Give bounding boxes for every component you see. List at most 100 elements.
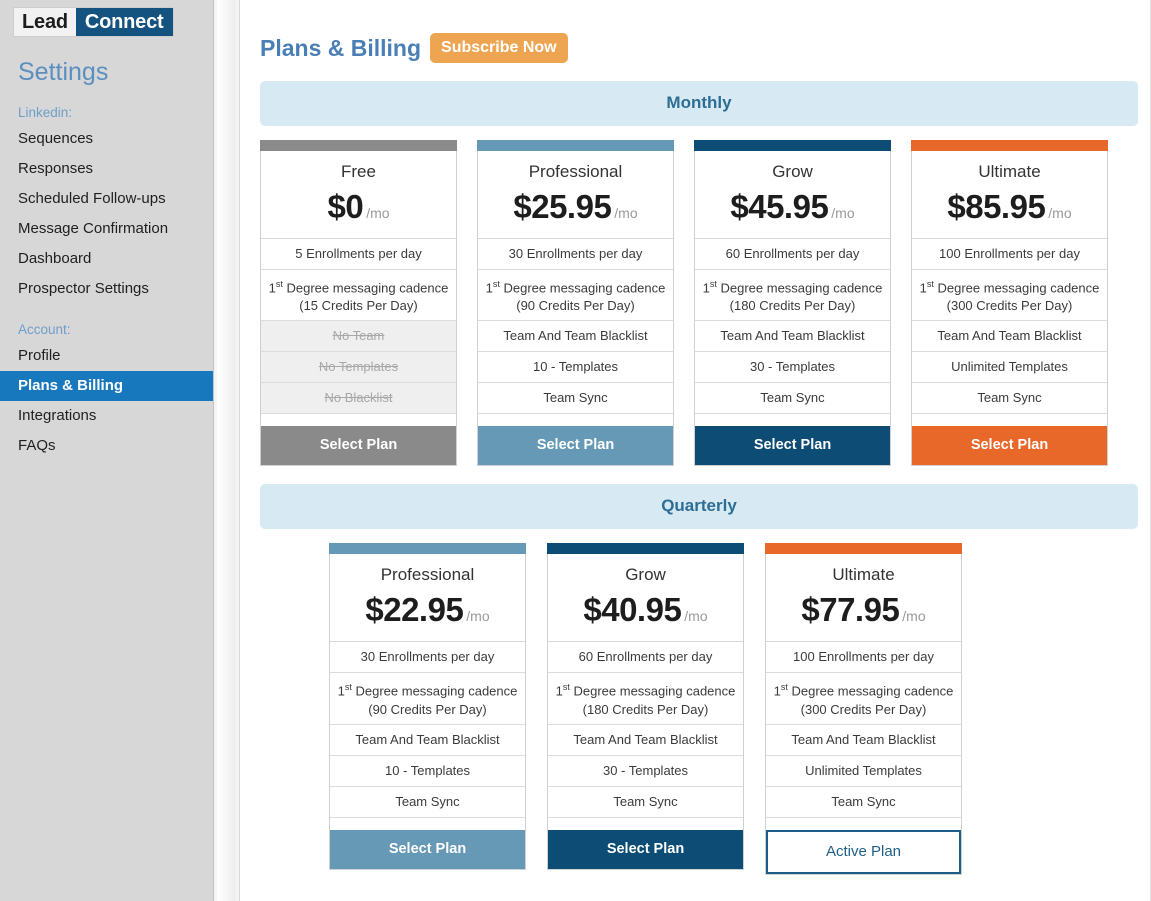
plan-card-spacer (330, 817, 525, 830)
billing-period-banner-quarterly: Quarterly (260, 484, 1138, 530)
plan-name: Grow (772, 162, 813, 181)
select-plan-button[interactable]: Select Plan (330, 829, 525, 869)
plan-accent-bar (477, 140, 674, 151)
plan-price: $25.95/mo (478, 186, 673, 239)
plan-card-grow: Grow $40.95/mo 60 Enrollments per day 1st D… (547, 543, 744, 875)
sidebar-title: Settings (18, 58, 109, 86)
plan-feature: Team And Team Blacklist (478, 321, 673, 353)
page-scrollbar[interactable] (213, 0, 240, 901)
plan-feature: 10 - Templates (478, 352, 673, 384)
plan-name: Professional (528, 162, 623, 181)
billing-period-banner-monthly: Monthly (260, 81, 1138, 126)
app-logo[interactable]: Lead Connect (14, 8, 173, 36)
plan-card-grow: Grow $45.95/mo 60 Enrollments per day 1st D… (694, 140, 891, 467)
sidebar-nav: Linkedin: Sequences Responses Scheduled Fol… (0, 105, 213, 461)
plan-feature: Team Sync (548, 787, 743, 818)
plan-feature: No Team (261, 321, 456, 353)
plan-price: $0/mo (261, 186, 456, 239)
plan-feature: Team Sync (330, 787, 525, 818)
plan-card-body: Grow $45.95/mo 60 Enrollments per day 1st D… (694, 151, 891, 467)
sidebar-item-plans-billing[interactable]: Plans & Billing (0, 371, 213, 401)
plan-feature: 1st Degree messaging cadence (300 Credits… (912, 270, 1107, 322)
sidebar-item-message-confirmation[interactable]: Message Confirmation (0, 214, 213, 244)
plan-feature: 30 - Templates (695, 352, 890, 384)
plan-feature-line1: 1st Degree messaging cadence (919, 279, 1100, 296)
sidebar-group-label: Account: (18, 322, 71, 337)
plan-accent-bar (765, 543, 962, 555)
sidebar-item-prospector-settings[interactable]: Prospector Settings (0, 274, 213, 304)
plan-card-ultimate: Ultimate $77.95/mo 100 Enrollments per day… (765, 543, 962, 875)
plan-feature: 100 Enrollments per day (766, 642, 961, 674)
sidebar-item-responses[interactable]: Responses (0, 154, 213, 184)
active-plan-badge[interactable]: Active Plan (766, 829, 961, 874)
plan-card-body: Professional $25.95/mo 30 Enrollments per … (477, 151, 674, 467)
plan-feature-line1: 1st Degree messaging cadence (268, 279, 449, 296)
plan-feature: 1st Degree messaging cadence (300 Credits… (766, 673, 961, 725)
plan-price-period: /mo (614, 205, 638, 221)
plan-card-ultimate: Ultimate $85.95/mo 100 Enrollments per day… (911, 140, 1108, 467)
plan-feature: Unlimited Templates (766, 756, 961, 787)
plan-price-period: /mo (684, 608, 708, 625)
sidebar-item-profile[interactable]: Profile (0, 341, 213, 371)
plan-feature-line1: 1st Degree messaging cadence (773, 682, 954, 699)
plan-accent-bar (329, 543, 526, 555)
logo-text-lead: Lead (14, 8, 76, 36)
plan-feature: 1st Degree messaging cadence (15 Credits … (261, 270, 456, 322)
plan-card-body: Free $0/mo 5 Enrollments per day 1st Degree… (260, 151, 457, 467)
plan-feature: 60 Enrollments per day (695, 239, 890, 270)
sidebar-item-dashboard[interactable]: Dashboard (0, 244, 213, 274)
plan-price: $40.95/mo (548, 589, 743, 643)
plan-feature: 30 Enrollments per day (478, 239, 673, 270)
plan-feature: 30 - Templates (548, 756, 743, 787)
sidebar-item-integrations[interactable]: Integrations (0, 401, 213, 431)
plan-card-spacer (478, 414, 673, 427)
plan-price: $77.95/mo (766, 589, 961, 643)
plan-price-amount: $0 (327, 188, 364, 225)
plan-feature: 30 Enrollments per day (330, 642, 525, 674)
select-plan-button[interactable]: Select Plan (548, 829, 743, 869)
plan-price-amount: $40.95 (583, 591, 682, 629)
sidebar-item-sequences[interactable]: Sequences (0, 124, 213, 154)
plan-feature: Team And Team Blacklist (695, 321, 890, 353)
plan-feature: 1st Degree messaging cadence (90 Credits … (330, 673, 525, 725)
scrollbar-thumb[interactable] (217, 0, 236, 901)
plan-price-amount: $45.95 (730, 188, 829, 225)
pricing-sections: Monthly Free $0/mo 5 Enrollments per day 1st… (260, 81, 1138, 875)
select-plan-button[interactable]: Select Plan (478, 426, 673, 466)
sidebar-item-faqs[interactable]: FAQs (0, 431, 213, 461)
sidebar-item-scheduled-follow-ups[interactable]: Scheduled Follow-ups (0, 184, 213, 214)
plan-card-row: Free $0/mo 5 Enrollments per day 1st Degree… (260, 140, 1138, 467)
plan-feature: Team Sync (695, 383, 890, 415)
plan-feature: 1st Degree messaging cadence (90 Credits … (478, 270, 673, 322)
plan-feature-line2: (90 Credits Per Day) (516, 298, 635, 314)
plan-card-body: Professional $22.95/mo 30 Enrollments per … (329, 554, 526, 870)
plan-price-period: /mo (831, 205, 855, 221)
plan-card-body: Grow $40.95/mo 60 Enrollments per day 1st D… (547, 554, 744, 870)
plan-price: $22.95/mo (330, 589, 525, 643)
plan-card-professional: Professional $25.95/mo 30 Enrollments per … (477, 140, 674, 467)
plan-feature-line2: (180 Credits Per Day) (582, 701, 709, 717)
plan-accent-bar (547, 543, 744, 555)
subscribe-now-button[interactable]: Subscribe Now (430, 33, 568, 63)
select-plan-button[interactable]: Select Plan (912, 426, 1107, 466)
plan-price-period: /mo (366, 205, 390, 221)
plan-feature-line2: (300 Credits Per Day) (946, 298, 1073, 314)
select-plan-button[interactable]: Select Plan (261, 426, 456, 466)
select-plan-button[interactable]: Select Plan (695, 426, 890, 466)
plan-feature-line2: (90 Credits Per Day) (368, 701, 487, 717)
plan-feature: No Templates (261, 352, 456, 384)
plan-feature: Team Sync (766, 787, 961, 818)
plan-price-amount: $85.95 (947, 188, 1046, 225)
plan-feature: Team And Team Blacklist (548, 725, 743, 756)
plan-name: Free (341, 162, 376, 181)
plan-price-amount: $25.95 (513, 188, 612, 225)
plan-card-spacer (548, 817, 743, 830)
plan-accent-bar (260, 140, 457, 151)
plan-price: $85.95/mo (912, 186, 1107, 239)
plan-feature: Team And Team Blacklist (912, 321, 1107, 353)
plan-feature: No Blacklist (261, 383, 456, 415)
plan-accent-bar (694, 140, 891, 151)
plan-card-spacer (766, 817, 961, 830)
plan-feature: Team And Team Blacklist (766, 725, 961, 756)
plan-card-spacer (912, 414, 1107, 427)
